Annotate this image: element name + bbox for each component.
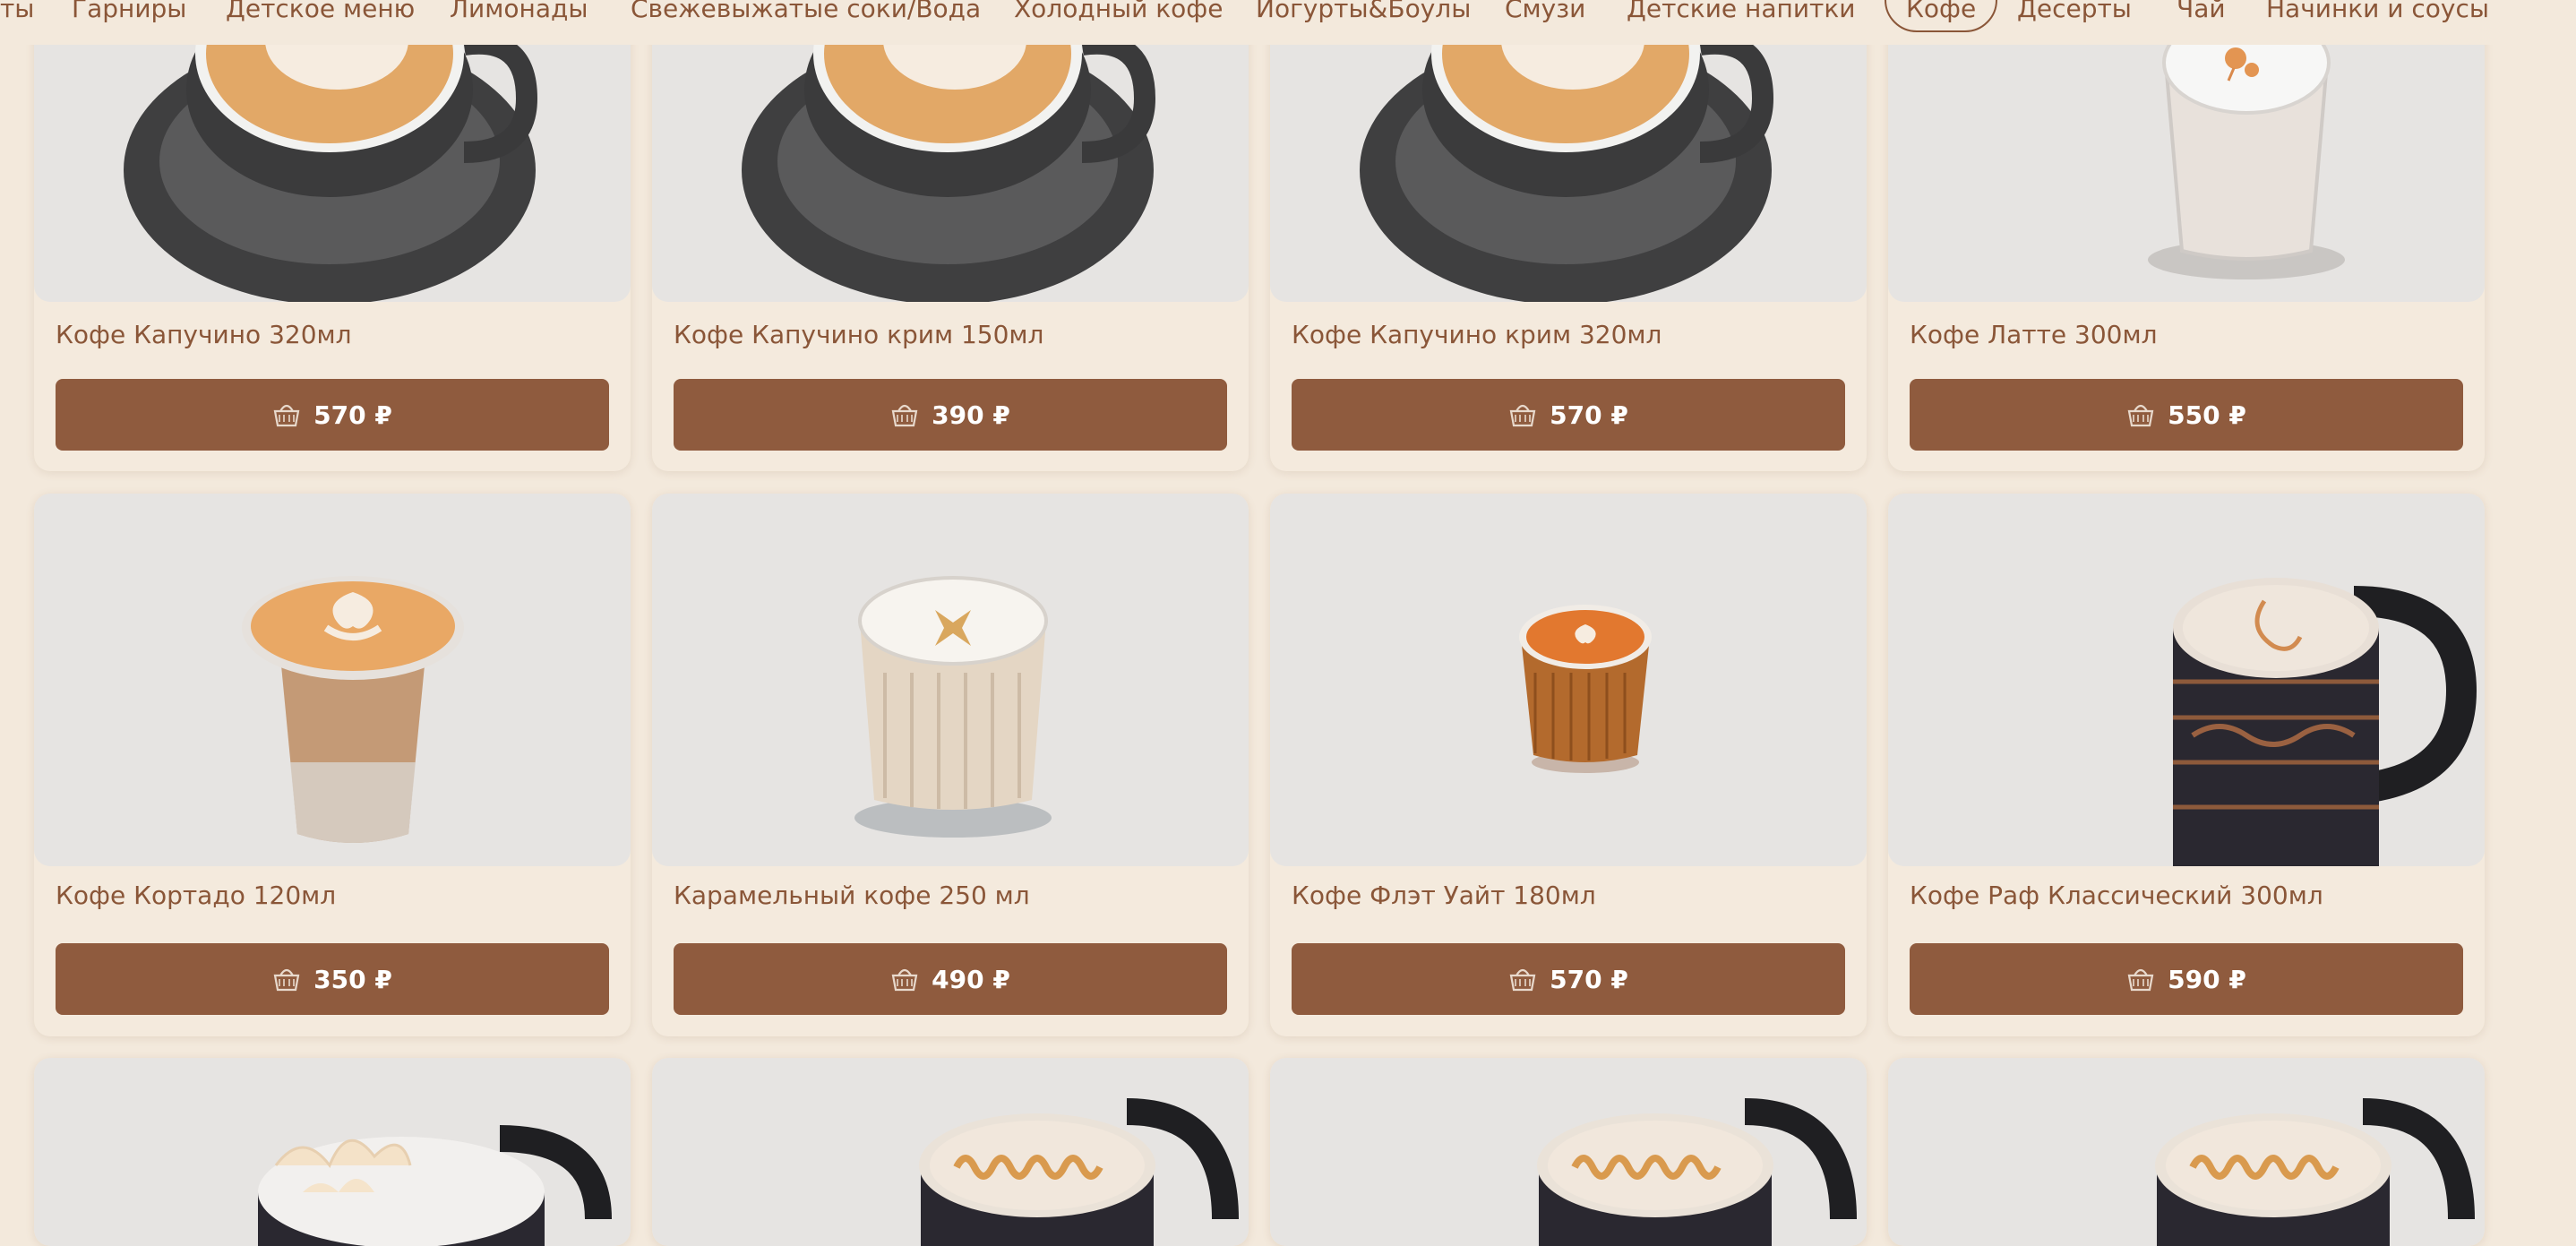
product-card[interactable]: Кофе Капучино 320мл 570 ₽ xyxy=(34,0,631,471)
product-title: Кофе Капучино крим 150мл xyxy=(674,320,1044,349)
basket-icon xyxy=(1509,968,1536,992)
add-to-cart-button[interactable]: 570 ₽ xyxy=(1292,943,1845,1015)
price-label: 570 ₽ xyxy=(1550,400,1628,430)
add-to-cart-button[interactable]: 350 ₽ xyxy=(56,943,609,1015)
product-card[interactable]: Карамельный кофе 250 мл 490 ₽ xyxy=(652,494,1249,1036)
basket-icon xyxy=(273,404,300,427)
nav-item-garnishes[interactable]: Гарниры xyxy=(72,0,186,30)
category-nav: ты Гарниры Детское меню Лимонады Свежевы… xyxy=(0,0,2576,45)
add-to-cart-button[interactable]: 490 ₽ xyxy=(674,943,1227,1015)
price-label: 390 ₽ xyxy=(932,400,1010,430)
nav-item[interactable]: ты xyxy=(0,0,34,30)
add-to-cart-button[interactable]: 550 ₽ xyxy=(1910,379,2463,451)
product-photo xyxy=(652,0,1249,302)
price-label: 550 ₽ xyxy=(2168,400,2246,430)
product-card[interactable]: Кофе Капучино крим 150мл 390 ₽ xyxy=(652,0,1249,471)
product-title: Кофе Латте 300мл xyxy=(1910,320,2158,349)
product-photo xyxy=(1888,0,2485,302)
product-title: Кофе Капучино 320мл xyxy=(56,320,352,349)
basket-icon xyxy=(891,968,918,992)
add-to-cart-button[interactable]: 590 ₽ xyxy=(1910,943,2463,1015)
nav-item-coffee[interactable]: Кофе xyxy=(1885,0,1998,32)
basket-icon xyxy=(2127,404,2154,427)
nav-item-kids-menu[interactable]: Детское меню xyxy=(226,0,415,30)
product-photo xyxy=(34,0,631,302)
add-to-cart-button[interactable]: 570 ₽ xyxy=(56,379,609,451)
nav-item-cold-coffee[interactable]: Холодный кофе xyxy=(1014,0,1223,30)
nav-item-toppings-sauces[interactable]: Начинки и соусы xyxy=(2266,0,2489,30)
product-photo xyxy=(1270,494,1867,866)
nav-item-desserts[interactable]: Десерты xyxy=(2017,0,2132,30)
product-title: Кофе Кортадо 120мл xyxy=(56,881,337,910)
product-photo xyxy=(34,1058,631,1246)
nav-item-tea[interactable]: Чай xyxy=(2177,0,2226,30)
price-label: 570 ₽ xyxy=(313,400,392,430)
product-card[interactable]: Кофе Кортадо 120мл 350 ₽ xyxy=(34,494,631,1036)
nav-item-yogurts-bowls[interactable]: Йогурты&Боулы xyxy=(1256,0,1471,30)
nav-item-juices-water[interactable]: Свежевыжатые соки/Вода xyxy=(631,0,981,30)
nav-item-kids-drinks[interactable]: Детские напитки xyxy=(1627,0,1855,30)
add-to-cart-button[interactable]: 390 ₽ xyxy=(674,379,1227,451)
product-photo xyxy=(652,1058,1249,1246)
product-card[interactable]: Кофе Капучино крим 320мл 570 ₽ xyxy=(1270,0,1867,471)
basket-icon xyxy=(1509,404,1536,427)
product-title: Кофе Флэт Уайт 180мл xyxy=(1292,881,1596,910)
product-photo xyxy=(34,494,631,866)
product-card[interactable] xyxy=(1888,1058,2485,1246)
product-card[interactable] xyxy=(1270,1058,1867,1246)
basket-icon xyxy=(891,404,918,427)
product-title: Кофе Капучино крим 320мл xyxy=(1292,320,1662,349)
price-label: 350 ₽ xyxy=(313,964,392,994)
product-card[interactable] xyxy=(652,1058,1249,1246)
basket-icon xyxy=(273,968,300,992)
product-card[interactable] xyxy=(34,1058,631,1246)
price-label: 570 ₽ xyxy=(1550,964,1628,994)
product-card[interactable]: Кофе Раф Классический 300мл 590 ₽ xyxy=(1888,494,2485,1036)
add-to-cart-button[interactable]: 570 ₽ xyxy=(1292,379,1845,451)
price-label: 490 ₽ xyxy=(932,964,1010,994)
price-label: 590 ₽ xyxy=(2168,964,2246,994)
nav-item-lemonades[interactable]: Лимонады xyxy=(450,0,588,30)
nav-item-smoothies[interactable]: Смузи xyxy=(1505,0,1585,30)
basket-icon xyxy=(2127,968,2154,992)
product-card[interactable]: Кофе Флэт Уайт 180мл 570 ₽ xyxy=(1270,494,1867,1036)
product-card[interactable]: Кофе Латте 300мл 550 ₽ xyxy=(1888,0,2485,471)
product-grid: Кофе Капучино 320мл 570 ₽ Кофе Капучино … xyxy=(0,0,2576,1246)
product-photo xyxy=(1888,494,2485,866)
product-photo xyxy=(1270,0,1867,302)
product-title: Кофе Раф Классический 300мл xyxy=(1910,881,2323,910)
product-title: Карамельный кофе 250 мл xyxy=(674,881,1030,910)
product-photo xyxy=(1270,1058,1867,1246)
product-photo xyxy=(652,494,1249,866)
product-photo xyxy=(1888,1058,2485,1246)
